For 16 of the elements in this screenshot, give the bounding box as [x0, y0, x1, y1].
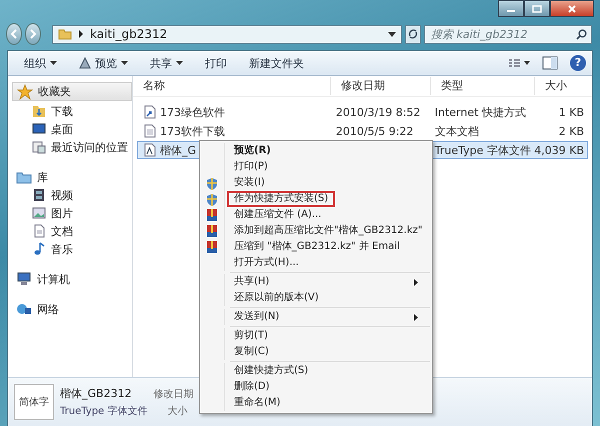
details-label: 大小 — [166, 404, 188, 418]
file-name: 173软件下载 — [160, 124, 225, 138]
file-name: 173绿色软件 — [160, 104, 225, 120]
table-cell-text: TrueType 字体文件 — [434, 142, 532, 158]
table-cell-text: Internet 快捷方式 — [434, 104, 527, 120]
table-cell-text: 4,039 KB — [533, 144, 586, 156]
details-file-type: TrueType 字体文件 — [60, 404, 148, 418]
details-label: 修改日期 — [153, 388, 194, 400]
table-cell-text: 2010/5/5 9:22 — [334, 124, 414, 138]
table-cell-text: 2010/3/19 8:52 — [334, 106, 422, 118]
file-thumbnail: 简体字 — [14, 384, 54, 420]
table-cell-text: 1 KB — [558, 106, 586, 118]
details-file-name: 楷体_GB2312 — [60, 386, 133, 401]
file-name: 楷体_G — [160, 142, 196, 158]
table-cell-text: 2 KB — [558, 124, 586, 138]
table-cell-text: 文本文档 — [434, 124, 480, 138]
